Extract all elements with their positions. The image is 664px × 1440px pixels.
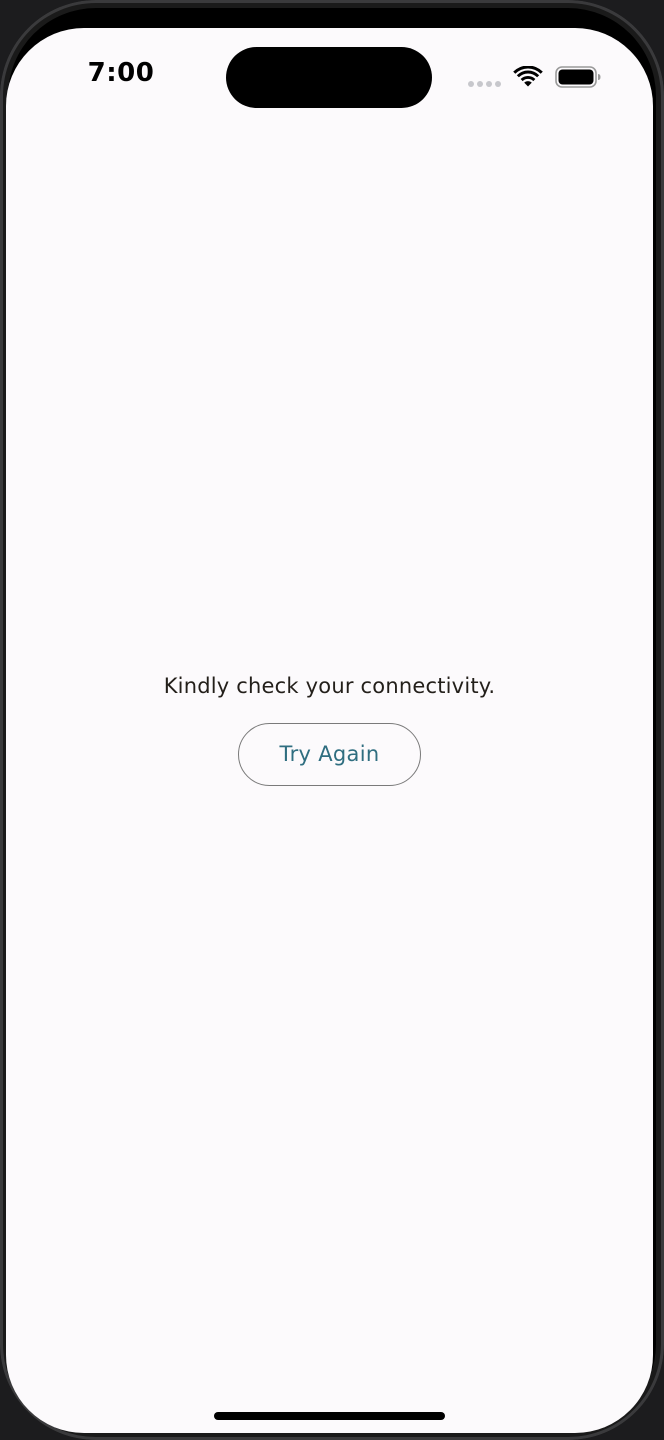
status-time: 7:00 <box>87 58 155 88</box>
status-bar: 7:00 <box>6 28 653 128</box>
phone-frame: 7:00 Kindly check your connectivity. Try… <box>0 0 664 1440</box>
signal-dots-icon <box>468 81 504 87</box>
connectivity-error-panel: Kindly check your connectivity. Try Agai… <box>6 668 653 786</box>
wifi-icon <box>513 66 543 87</box>
connectivity-message: Kindly check your connectivity. <box>163 674 496 698</box>
app-screen: 7:00 Kindly check your connectivity. Try… <box>6 28 653 1433</box>
home-indicator[interactable] <box>214 1412 445 1420</box>
battery-icon <box>555 66 601 88</box>
dynamic-island <box>226 47 432 108</box>
try-again-button[interactable]: Try Again <box>238 723 421 786</box>
